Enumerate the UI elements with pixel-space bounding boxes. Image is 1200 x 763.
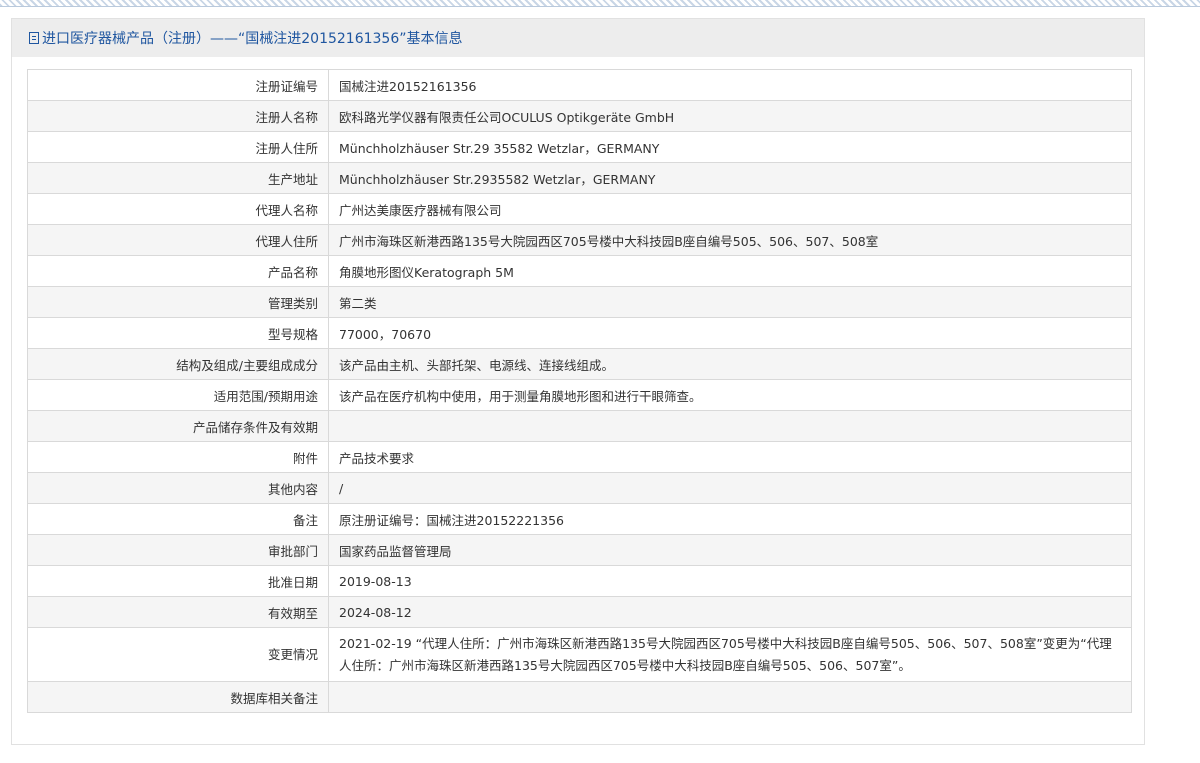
table-row-valid-until: 有效期至 2024-08-12: [27, 596, 1132, 628]
row-label: 批准日期: [27, 565, 329, 597]
row-label: 注册人住所: [27, 131, 329, 163]
table-row-approval-date: 批准日期 2019-08-13: [27, 565, 1132, 597]
row-label: 注册证编号: [27, 69, 329, 101]
row-value: 77000，70670: [328, 317, 1132, 349]
row-label: 结构及组成/主要组成成分: [27, 348, 329, 380]
row-value: Münchholzhäuser Str.29 35582 Wetzlar，GER…: [328, 131, 1132, 163]
row-value: 广州达美康医疗器械有限公司: [328, 193, 1132, 225]
row-label: 备注: [27, 503, 329, 535]
row-value: 该产品在医疗机构中使用，用于测量角膜地形图和进行干眼筛查。: [328, 379, 1132, 411]
table-row-registrant-name: 注册人名称 欧科路光学仪器有限责任公司OCULUS Optikgeräte Gm…: [27, 100, 1132, 132]
table-row-scope-use: 适用范围/预期用途 该产品在医疗机构中使用，用于测量角膜地形图和进行干眼筛查。: [27, 379, 1132, 411]
row-value: 该产品由主机、头部托架、电源线、连接线组成。: [328, 348, 1132, 380]
table-row-change-history: 变更情况 2021-02-19 “代理人住所：广州市海珠区新港西路135号大院园…: [27, 627, 1132, 682]
document-icon: [29, 32, 39, 44]
row-label: 变更情况: [27, 627, 329, 682]
row-label: 适用范围/预期用途: [27, 379, 329, 411]
table-row-agent-name: 代理人名称 广州达美康医疗器械有限公司: [27, 193, 1132, 225]
table-row-attachment: 附件 产品技术要求: [27, 441, 1132, 473]
row-label: 注册人名称: [27, 100, 329, 132]
row-value: 广州市海珠区新港西路135号大院园西区705号楼中大科技园B座自编号505、50…: [328, 224, 1132, 256]
row-value: 2019-08-13: [328, 565, 1132, 597]
row-value: 第二类: [328, 286, 1132, 318]
product-info-panel: 进口医疗器械产品（注册）——“国械注进20152161356”基本信息 注册证编…: [11, 18, 1145, 745]
row-value: 2024-08-12: [328, 596, 1132, 628]
row-value: 产品技术要求: [328, 441, 1132, 473]
row-label: 其他内容: [27, 472, 329, 504]
top-decorative-border: [0, 0, 1200, 7]
row-value: [328, 410, 1132, 442]
row-label: 数据库相关备注: [27, 681, 329, 713]
panel-header: 进口医疗器械产品（注册）——“国械注进20152161356”基本信息: [12, 19, 1144, 57]
row-value: 角膜地形图仪Keratograph 5M: [328, 255, 1132, 287]
table-row-registrant-address: 注册人住所 Münchholzhäuser Str.29 35582 Wetzl…: [27, 131, 1132, 163]
row-label: 附件: [27, 441, 329, 473]
table-row-registration-no: 注册证编号 国械注进20152161356: [27, 69, 1132, 101]
table-row-agent-address: 代理人住所 广州市海珠区新港西路135号大院园西区705号楼中大科技园B座自编号…: [27, 224, 1132, 256]
row-value: Münchholzhäuser Str.2935582 Wetzlar，GERM…: [328, 162, 1132, 194]
info-table: 注册证编号 国械注进20152161356 注册人名称 欧科路光学仪器有限责任公…: [27, 69, 1132, 713]
row-label: 审批部门: [27, 534, 329, 566]
row-value: [328, 681, 1132, 713]
row-value: 国家药品监督管理局: [328, 534, 1132, 566]
row-value: 原注册证编号：国械注进20152221356: [328, 503, 1132, 535]
row-value: 欧科路光学仪器有限责任公司OCULUS Optikgeräte GmbH: [328, 100, 1132, 132]
row-label: 产品名称: [27, 255, 329, 287]
table-row-product-name: 产品名称 角膜地形图仪Keratograph 5M: [27, 255, 1132, 287]
row-value: 2021-02-19 “代理人住所：广州市海珠区新港西路135号大院园西区705…: [328, 627, 1132, 682]
table-row-database-notes: 数据库相关备注: [27, 681, 1132, 713]
row-label: 代理人名称: [27, 193, 329, 225]
row-label: 生产地址: [27, 162, 329, 194]
table-row-production-address: 生产地址 Münchholzhäuser Str.2935582 Wetzlar…: [27, 162, 1132, 194]
row-value: /: [328, 472, 1132, 504]
row-label: 型号规格: [27, 317, 329, 349]
table-row-structure-composition: 结构及组成/主要组成成分 该产品由主机、头部托架、电源线、连接线组成。: [27, 348, 1132, 380]
table-row-other-content: 其他内容 /: [27, 472, 1132, 504]
table-row-remarks: 备注 原注册证编号：国械注进20152221356: [27, 503, 1132, 535]
page-title: 进口医疗器械产品（注册）——“国械注进20152161356”基本信息: [42, 31, 463, 47]
table-row-model-spec: 型号规格 77000，70670: [27, 317, 1132, 349]
table-row-approval-department: 审批部门 国家药品监督管理局: [27, 534, 1132, 566]
row-label: 产品储存条件及有效期: [27, 410, 329, 442]
row-value: 国械注进20152161356: [328, 69, 1132, 101]
table-row-management-category: 管理类别 第二类: [27, 286, 1132, 318]
row-label: 代理人住所: [27, 224, 329, 256]
row-label: 管理类别: [27, 286, 329, 318]
row-label: 有效期至: [27, 596, 329, 628]
table-row-storage-conditions: 产品储存条件及有效期: [27, 410, 1132, 442]
